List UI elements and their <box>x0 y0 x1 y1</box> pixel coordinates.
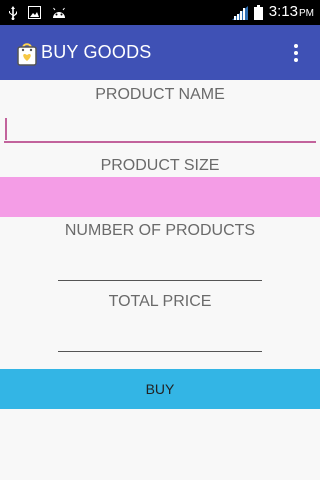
battery-icon <box>253 5 263 20</box>
number-of-products-label: NUMBER OF PRODUCTS <box>64 222 256 239</box>
android-icon <box>51 7 67 19</box>
status-bar: 3:13PM <box>0 0 320 25</box>
product-size-label: PRODUCT SIZE <box>100 157 220 174</box>
image-icon <box>28 6 41 19</box>
clock-ampm: PM <box>299 8 314 19</box>
product-size-field[interactable] <box>0 177 320 217</box>
product-name-label: PRODUCT NAME <box>95 86 225 103</box>
product-name-input[interactable] <box>4 113 316 143</box>
total-price-label: TOTAL PRICE <box>108 293 212 310</box>
app-bar: BUY GOODS <box>0 25 320 80</box>
signal-icon <box>231 5 248 20</box>
buy-button[interactable]: BUY <box>0 369 320 409</box>
number-of-products-input[interactable] <box>58 251 262 281</box>
shopping-bag-icon <box>16 40 38 66</box>
usb-icon <box>8 5 18 20</box>
status-bar-system: 3:13PM <box>231 0 314 26</box>
status-clock: 3:13PM <box>269 0 314 26</box>
overflow-menu-icon[interactable] <box>284 40 308 66</box>
app-title: BUY GOODS <box>41 42 152 62</box>
text-cursor <box>5 118 7 140</box>
status-bar-notifications <box>8 0 67 25</box>
total-price-input[interactable] <box>58 322 262 352</box>
clock-time: 3:13 <box>268 3 298 20</box>
